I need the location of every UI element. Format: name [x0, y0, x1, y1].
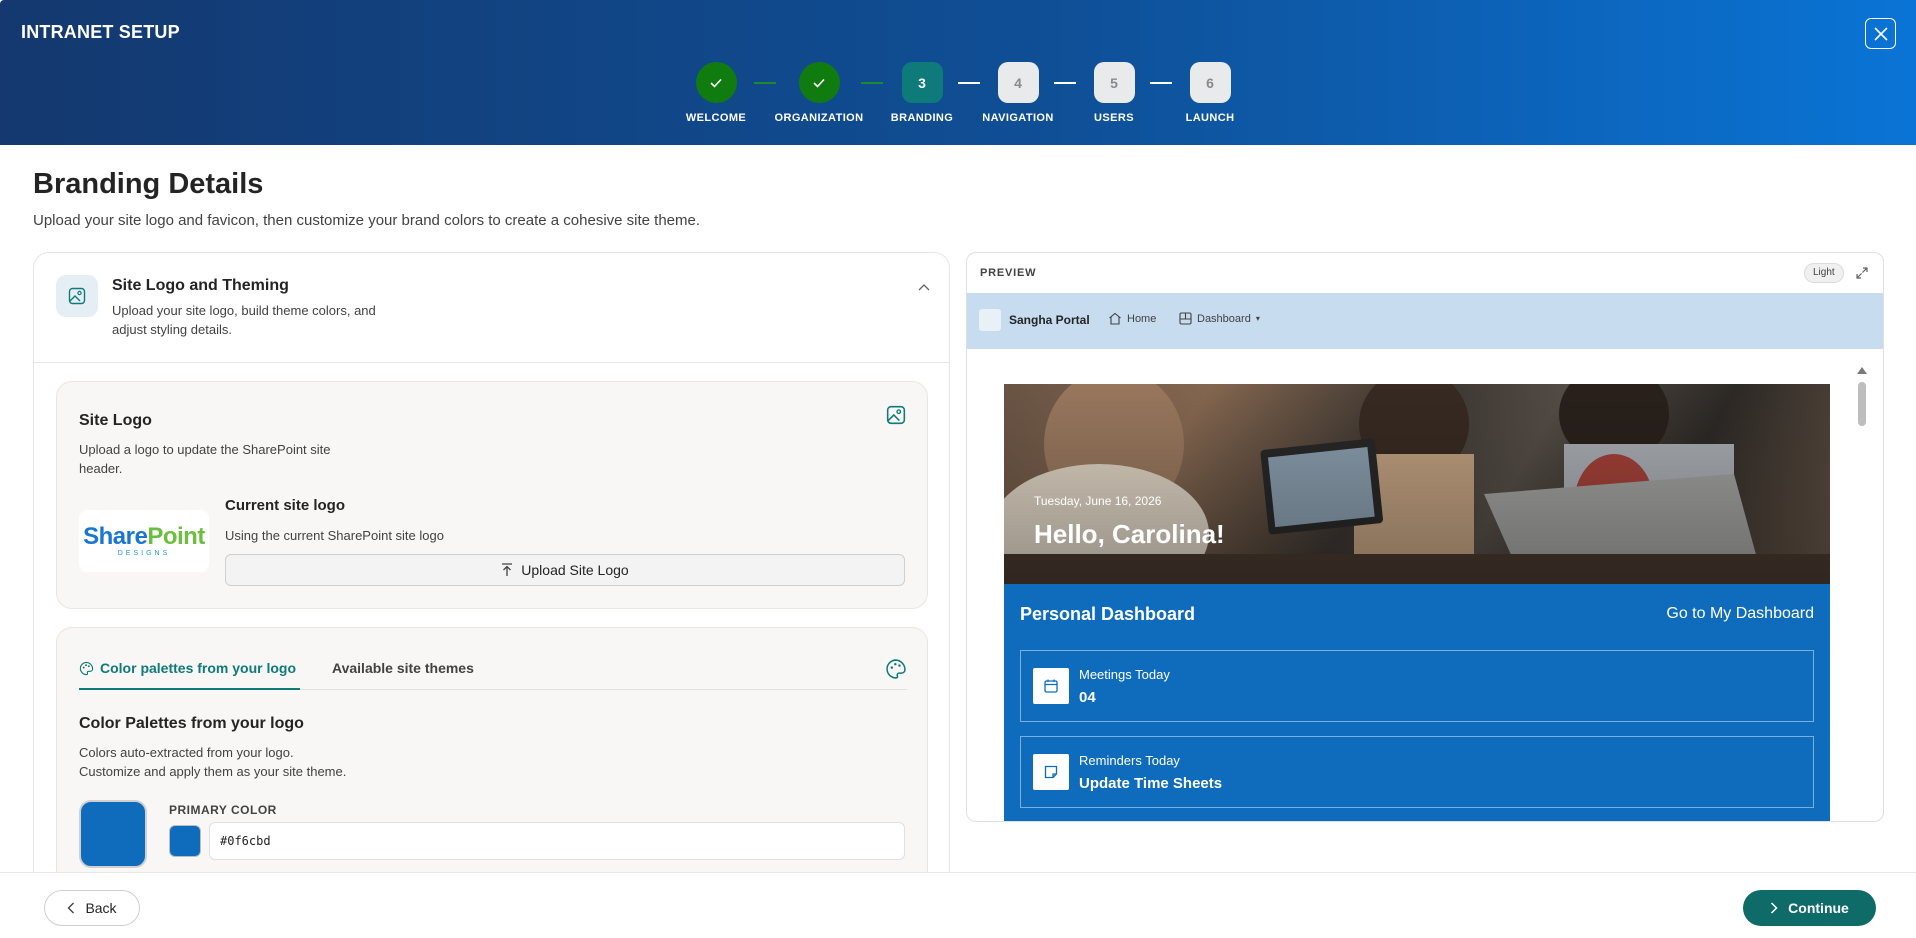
step-label: USERS	[1094, 112, 1134, 124]
dashboard-icon	[1179, 312, 1192, 325]
step-label: BRANDING	[890, 112, 954, 124]
step-users: 5 USERS	[1059, 62, 1169, 124]
palette-title: Color Palettes from your logo	[79, 715, 304, 732]
step-number: 5	[1093, 62, 1135, 103]
tile-value: Update Time Sheets	[1079, 775, 1223, 792]
step-branding: 3 BRANDING	[867, 62, 977, 124]
app-title: INTRANET SETUP	[21, 22, 180, 42]
step-number: 4	[997, 62, 1039, 103]
branding-card: Site Logo and Theming Upload your site l…	[33, 252, 950, 872]
section-header[interactable]: Site Logo and Theming Upload your site l…	[34, 253, 949, 363]
preview-label: PREVIEW	[980, 267, 1037, 279]
primary-color-hex-input[interactable]	[209, 822, 905, 860]
hero-banner: Tuesday, June 16, 2026 Hello, Carolina!	[1004, 384, 1830, 584]
calendar-icon	[1033, 668, 1069, 704]
step-connector	[1054, 82, 1076, 84]
upload-icon	[502, 563, 513, 576]
upload-label: Upload Site Logo	[521, 562, 629, 578]
home-icon	[1109, 312, 1121, 325]
step-launch: 6 LAUNCH	[1155, 62, 1265, 124]
continue-button[interactable]: Continue	[1743, 890, 1876, 926]
hero-overlay	[1004, 384, 1830, 584]
tab-site-themes[interactable]: Available site themes	[332, 660, 474, 676]
hero-greeting: Hello, Carolina!	[1034, 519, 1225, 549]
step-label: NAVIGATION	[982, 112, 1054, 124]
theme-mode-toggle[interactable]: Light	[1804, 263, 1844, 283]
reminders-tile[interactable]: Reminders Today Update Time Sheets	[1020, 736, 1814, 808]
collapse-button[interactable]	[914, 277, 934, 297]
preview-panel: PREVIEW Light Sangha Portal Home Dashboa…	[966, 252, 1884, 822]
tab-logo-palettes[interactable]: Color palettes from your logo	[79, 660, 301, 690]
current-logo-image: SharePoint DESIGNS	[79, 510, 209, 572]
wizard-header: INTRANET SETUP WELCOME ORGANIZATION 3 BR…	[0, 0, 1916, 145]
primary-color-swatch-large[interactable]	[79, 800, 147, 868]
dashboard-title: Personal Dashboard	[1020, 604, 1196, 624]
site-logo-title: Site Logo	[79, 412, 152, 429]
palette-icon	[79, 661, 94, 675]
upload-site-logo-button[interactable]: Upload Site Logo	[225, 554, 905, 586]
step-label: LAUNCH	[1185, 112, 1235, 124]
site-logo-thumbnail	[979, 309, 1001, 331]
nav-dashboard[interactable]: Dashboard ▾	[1179, 312, 1260, 325]
page-title: Branding Details	[33, 168, 264, 200]
chevron-up-icon	[918, 284, 930, 291]
logo-wordmark: SharePoint	[83, 523, 205, 550]
check-icon	[710, 78, 722, 88]
sharepoint-header: Sangha Portal Home Dashboard ▾	[967, 293, 1883, 349]
expand-icon	[1856, 267, 1868, 279]
step-label: WELCOME	[685, 112, 747, 124]
preview-scroll-area[interactable]: Tuesday, June 16, 2026 Hello, Carolina! …	[967, 349, 1883, 821]
current-logo-description: Using the current SharePoint site logo	[225, 528, 444, 543]
logo-subtext: DESIGNS	[117, 550, 171, 557]
site-logo-panel: Site Logo Upload a logo to update the Sh…	[56, 381, 928, 609]
nav-home[interactable]: Home	[1108, 312, 1156, 325]
back-button[interactable]: Back	[44, 890, 140, 926]
step-circle	[798, 62, 840, 103]
palette-icon	[885, 658, 907, 680]
wizard-footer: Back Continue	[0, 872, 1916, 938]
image-icon	[56, 275, 98, 317]
section-title: Site Logo and Theming	[112, 277, 289, 294]
step-navigation: 4 NAVIGATION	[963, 62, 1073, 124]
step-connector	[861, 82, 883, 84]
personal-dashboard: Personal Dashboard Go to My Dashboard Me…	[1004, 584, 1830, 821]
tile-label: Meetings Today	[1079, 667, 1170, 682]
step-welcome: WELCOME	[661, 62, 771, 124]
hero-date: Tuesday, June 16, 2026	[1034, 494, 1162, 508]
color-palette-panel: Color palettes from your logo Available …	[56, 627, 928, 872]
primary-color-label: PRIMARY COLOR	[169, 803, 277, 817]
primary-color-picker[interactable]	[169, 825, 201, 857]
section-description: Upload your site logo, build theme color…	[112, 303, 376, 337]
chevron-left-icon	[67, 902, 75, 914]
chevron-right-icon	[1771, 902, 1778, 914]
chevron-down-icon: ▾	[1255, 314, 1260, 323]
step-number: 6	[1189, 62, 1231, 103]
page-subtitle: Upload your site logo and favicon, then …	[33, 212, 701, 229]
scroll-up-arrow[interactable]	[1857, 367, 1867, 374]
close-icon	[1873, 26, 1888, 41]
palette-tabs: Color palettes from your logo Available …	[79, 648, 907, 690]
step-number: 3	[901, 62, 943, 103]
current-logo-title: Current site logo	[225, 497, 346, 514]
tile-label: Reminders Today	[1079, 753, 1180, 768]
close-button[interactable]	[1865, 18, 1896, 49]
site-logo-description: Upload a logo to update the SharePoint s…	[79, 442, 331, 476]
tile-value: 04	[1079, 689, 1096, 706]
step-label: ORGANIZATION	[774, 112, 864, 124]
site-name: Sangha Portal	[1009, 313, 1090, 327]
scrollbar-thumb[interactable]	[1858, 382, 1866, 426]
palette-description: Colors auto-extracted from your logo. Cu…	[79, 745, 347, 779]
step-connector	[754, 82, 776, 84]
meetings-tile[interactable]: Meetings Today 04	[1020, 650, 1814, 722]
step-organization: ORGANIZATION	[764, 62, 874, 124]
note-icon	[1033, 754, 1069, 790]
check-icon	[813, 78, 825, 88]
image-icon	[885, 404, 907, 426]
step-connector	[958, 82, 980, 84]
expand-button[interactable]	[1853, 264, 1871, 282]
step-connector	[1150, 82, 1172, 84]
go-to-dashboard-link[interactable]: Go to My Dashboard	[1666, 605, 1814, 623]
step-circle	[695, 62, 737, 103]
